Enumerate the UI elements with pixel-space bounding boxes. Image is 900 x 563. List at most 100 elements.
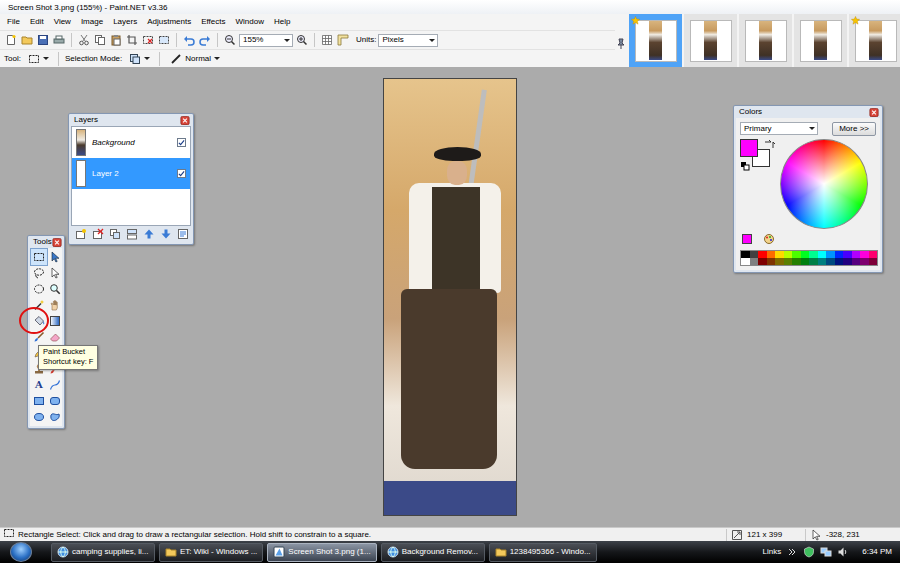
select-all-button[interactable] — [157, 33, 171, 48]
document-thumbnail[interactable] — [849, 14, 900, 67]
color-mode-dropdown[interactable]: Primary — [740, 122, 818, 135]
document-thumbnail[interactable] — [739, 14, 792, 67]
menu-item[interactable]: Adjustments — [142, 15, 196, 29]
eraser-tool[interactable] — [47, 329, 63, 345]
rectangle-tool[interactable] — [31, 393, 47, 409]
document-thumbnail[interactable] — [794, 14, 847, 67]
palette-swatch[interactable] — [869, 258, 878, 265]
freeform-shape-tool[interactable] — [47, 409, 63, 425]
shield-icon[interactable] — [803, 546, 815, 558]
taskbar-button[interactable]: 1238495366 - Windo... — [489, 543, 597, 562]
ellipse-select-tool[interactable] — [31, 281, 47, 297]
palette-swatch[interactable] — [818, 251, 827, 258]
more-button[interactable]: More >> — [832, 122, 876, 136]
palette-swatch[interactable] — [826, 258, 835, 265]
redo-button[interactable] — [198, 33, 212, 48]
clock[interactable]: 6:34 PM — [862, 547, 892, 557]
text-tool[interactable]: A — [31, 377, 47, 393]
taskbar-button[interactable]: ET: Wiki - Windows ... — [159, 543, 263, 562]
units-dropdown[interactable]: Pixels — [378, 34, 438, 47]
menu-item[interactable]: Image — [76, 15, 108, 29]
start-button[interactable] — [10, 542, 32, 562]
palette-swatch[interactable] — [860, 258, 869, 265]
links-toolbar[interactable]: Links — [763, 547, 782, 557]
visibility-checkbox[interactable] — [177, 138, 186, 147]
palette-swatch[interactable] — [784, 258, 793, 265]
palette-swatch[interactable] — [826, 251, 835, 258]
palette-swatch[interactable] — [741, 258, 750, 265]
crop-button[interactable] — [125, 33, 139, 48]
palette-swatch[interactable] — [809, 251, 818, 258]
paint-bucket-tool[interactable] — [31, 313, 47, 329]
palette-swatch[interactable] — [809, 258, 818, 265]
color-wheel[interactable] — [780, 139, 868, 229]
move-up-button[interactable] — [143, 227, 155, 242]
move-down-button[interactable] — [160, 227, 172, 242]
colors-window[interactable]: Colors Primary More >> — [733, 105, 883, 273]
taskbar-button[interactable]: camping supplies, li... — [51, 543, 155, 562]
palette-swatch[interactable] — [852, 258, 861, 265]
palette-swatch[interactable] — [767, 251, 776, 258]
palette-swatch[interactable] — [758, 251, 767, 258]
palette-menu-button[interactable] — [762, 232, 776, 247]
network-icon[interactable] — [820, 546, 832, 558]
blend-mode-dropdown[interactable]: Normal — [166, 52, 223, 66]
taskbar-button[interactable]: Background Remov... — [381, 543, 485, 562]
palette-swatch[interactable] — [860, 251, 869, 258]
close-icon[interactable] — [869, 108, 879, 117]
lasso-select-tool[interactable] — [31, 265, 47, 281]
zoom-tool[interactable] — [47, 281, 63, 297]
menu-item[interactable]: Effects — [196, 15, 230, 29]
palette-swatch[interactable] — [792, 258, 801, 265]
speaker-icon[interactable] — [837, 546, 849, 558]
grid-button[interactable] — [320, 33, 334, 48]
rounded-rectangle-tool[interactable] — [47, 393, 63, 409]
add-color-button[interactable] — [740, 232, 754, 247]
document-thumbnail[interactable] — [684, 14, 737, 67]
close-icon[interactable] — [52, 238, 62, 247]
menu-item[interactable]: Layers — [108, 15, 142, 29]
rectangle-select-tool[interactable] — [31, 249, 47, 265]
merge-layer-button[interactable] — [126, 227, 138, 242]
move-selection-tool[interactable] — [47, 265, 63, 281]
rulers-button[interactable] — [336, 33, 350, 48]
print-button[interactable] — [52, 33, 66, 48]
palette-swatch[interactable] — [801, 251, 810, 258]
close-icon[interactable] — [180, 116, 190, 125]
pan-tool[interactable] — [47, 297, 63, 313]
selection-mode-dropdown[interactable] — [125, 52, 153, 66]
menu-item[interactable]: View — [49, 15, 76, 29]
palette-swatch[interactable] — [750, 258, 759, 265]
primary-color-swatch[interactable] — [740, 139, 758, 157]
deselect-button[interactable] — [141, 33, 155, 48]
cut-button[interactable] — [77, 33, 91, 48]
reset-colors-icon[interactable] — [740, 161, 752, 173]
layer-row[interactable]: Layer 2 — [72, 158, 190, 189]
properties-button[interactable] — [177, 227, 189, 242]
palette-swatch[interactable] — [758, 258, 767, 265]
paste-button[interactable] — [109, 33, 123, 48]
zoom-in-button[interactable] — [295, 33, 309, 48]
zoom-out-button[interactable] — [223, 33, 237, 48]
palette-swatch[interactable] — [852, 251, 861, 258]
zoom-box[interactable]: 155% — [239, 34, 293, 47]
tool-dropdown[interactable] — [24, 52, 52, 66]
layers-window[interactable]: Layers BackgroundLayer 2 — [68, 113, 194, 245]
palette-swatch[interactable] — [784, 251, 793, 258]
paintbrush-tool[interactable] — [31, 329, 47, 345]
open-button[interactable] — [20, 33, 34, 48]
line-tool[interactable] — [47, 377, 63, 393]
gradient-tool[interactable] — [47, 313, 63, 329]
undo-button[interactable] — [182, 33, 196, 48]
ellipse-tool[interactable] — [31, 409, 47, 425]
palette-swatch[interactable] — [767, 258, 776, 265]
duplicate-layer-button[interactable] — [109, 227, 121, 242]
chevron-icon[interactable] — [786, 546, 798, 558]
magic-wand-tool[interactable] — [31, 297, 47, 313]
palette-swatch[interactable] — [835, 251, 844, 258]
copy-button[interactable] — [93, 33, 107, 48]
menu-item[interactable]: Help — [269, 15, 295, 29]
move-pixels-tool[interactable] — [47, 249, 63, 265]
palette-swatch[interactable] — [775, 251, 784, 258]
add-layer-button[interactable] — [75, 227, 87, 242]
